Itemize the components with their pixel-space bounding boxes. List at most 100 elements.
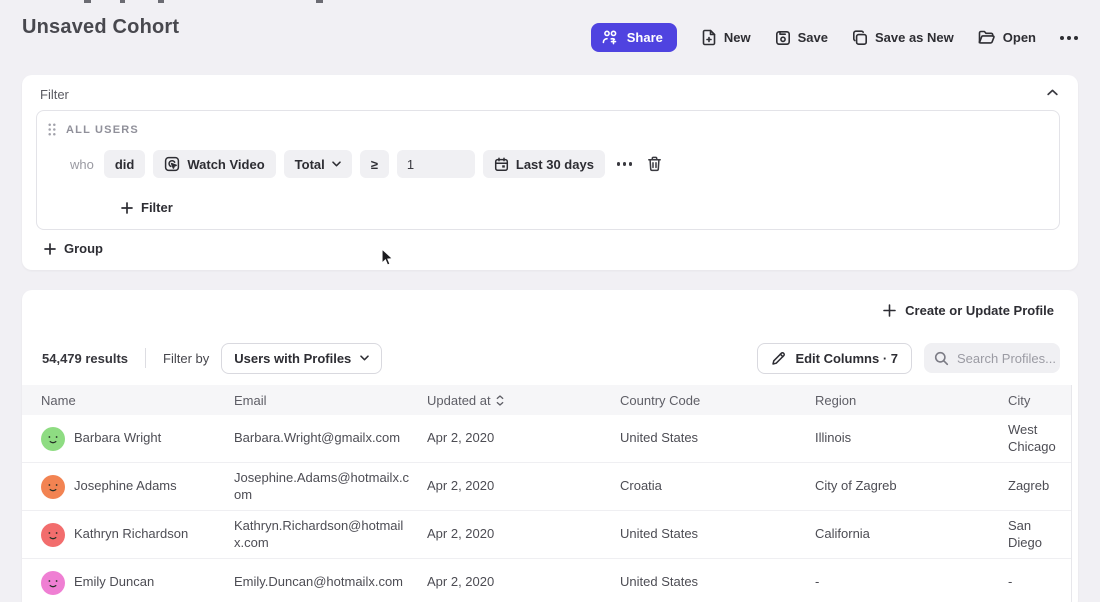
operator-label: ≥: [371, 157, 378, 172]
profile-region: California: [815, 526, 1008, 543]
profile-country-code: Croatia: [620, 478, 815, 495]
profile-email: Barbara.Wright@gmailx.com: [234, 430, 427, 447]
save-icon: [775, 30, 791, 46]
clause-more-options-icon[interactable]: [613, 162, 637, 166]
share-button-label: Share: [627, 30, 663, 45]
users-with-profiles-dropdown[interactable]: Users with Profiles: [221, 343, 382, 374]
add-group-button[interactable]: Group: [44, 241, 103, 256]
table-row[interactable]: Kathryn Richardson Kathryn.Richardson@ho…: [22, 511, 1071, 559]
plus-icon: [44, 243, 56, 255]
did-label: did: [115, 157, 135, 172]
profile-country-code: United States: [620, 574, 815, 591]
search-profiles-input[interactable]: [957, 351, 1057, 366]
profile-updated-at: Apr 2, 2020: [427, 574, 620, 591]
plus-icon: [883, 304, 896, 317]
profile-name: Emily Duncan: [74, 574, 154, 591]
profile-region: City of Zagreb: [815, 478, 1008, 495]
column-header-name[interactable]: Name: [41, 393, 234, 408]
profile-email: Josephine.Adams@hotmailx.com: [234, 470, 427, 504]
profile-name: Barbara Wright: [74, 430, 161, 447]
search-icon: [934, 351, 949, 366]
share-button[interactable]: Share: [591, 23, 677, 52]
save-button[interactable]: Save: [775, 30, 828, 46]
create-profile-row: Create or Update Profile: [22, 290, 1078, 334]
filter-panel: Filter ALL USERS who did: [22, 75, 1078, 270]
filter-by-label: Filter by: [163, 351, 209, 366]
event-click-icon: [164, 156, 180, 172]
aggregation-label: Total: [295, 157, 325, 172]
avatar: [41, 571, 65, 595]
date-range-label: Last 30 days: [516, 157, 594, 172]
aggregation-selector[interactable]: Total: [284, 150, 352, 178]
did-selector[interactable]: did: [104, 150, 146, 178]
create-or-update-profile-label: Create or Update Profile: [905, 303, 1054, 318]
profile-email: Emily.Duncan@hotmailx.com: [234, 574, 427, 591]
profile-name: Josephine Adams: [74, 478, 177, 495]
clipped-breadcrumb-remnant: [84, 0, 384, 3]
avatar: [41, 427, 65, 451]
plus-icon: [121, 202, 133, 214]
threshold-value-input[interactable]: [397, 150, 475, 178]
filter-clause-row: who did Watch Video Total: [70, 150, 1059, 178]
create-or-update-profile-button[interactable]: Create or Update Profile: [883, 303, 1054, 318]
table-row[interactable]: Barbara Wright Barbara.Wright@gmailx.com…: [22, 415, 1071, 463]
sort-icon: [496, 395, 504, 406]
profile-city: San Diego: [1008, 518, 1071, 552]
delete-clause-trash-icon[interactable]: [644, 153, 665, 175]
profile-region: Illinois: [815, 430, 1008, 447]
avatar: [41, 475, 65, 499]
duplicate-icon: [852, 30, 868, 46]
cohort-group: ALL USERS who did Watch Video Total: [36, 110, 1060, 230]
column-header-city[interactable]: City: [1008, 393, 1071, 408]
results-count: 54,479 results: [42, 351, 128, 366]
table-row[interactable]: Emily Duncan Emily.Duncan@hotmailx.com A…: [22, 559, 1071, 602]
profile-country-code: United States: [620, 430, 815, 447]
chevron-down-icon: [360, 355, 369, 361]
group-title: ALL USERS: [66, 124, 139, 136]
profile-updated-at: Apr 2, 2020: [427, 526, 620, 543]
save-as-new-button-label: Save as New: [875, 30, 954, 45]
profile-city: -: [1008, 574, 1071, 591]
chevron-down-icon: [332, 161, 341, 167]
search-profiles-box: [924, 343, 1060, 373]
profile-updated-at: Apr 2, 2020: [427, 430, 620, 447]
column-header-region[interactable]: Region: [815, 393, 1008, 408]
event-label: Watch Video: [187, 157, 264, 172]
operator-selector[interactable]: ≥: [360, 150, 389, 178]
profile-email: Kathryn.Richardson@hotmailx.com: [234, 518, 427, 552]
table-header-row: Name Email Updated at Country Code Regio…: [22, 385, 1071, 415]
open-button[interactable]: Open: [978, 30, 1036, 45]
new-button[interactable]: New: [701, 29, 751, 46]
add-filter-label: Filter: [141, 200, 173, 215]
event-selector[interactable]: Watch Video: [153, 150, 275, 178]
divider: [145, 348, 146, 368]
save-button-label: Save: [798, 30, 828, 45]
new-file-icon: [701, 29, 717, 46]
table-row[interactable]: Josephine Adams Josephine.Adams@hotmailx…: [22, 463, 1071, 511]
profile-name: Kathryn Richardson: [74, 526, 188, 543]
more-options-icon[interactable]: [1060, 36, 1078, 40]
pencil-icon: [771, 351, 786, 366]
profile-country-code: United States: [620, 526, 815, 543]
who-label: who: [70, 157, 94, 172]
date-range-selector[interactable]: Last 30 days: [483, 150, 605, 178]
save-as-new-button[interactable]: Save as New: [852, 30, 954, 46]
add-filter-button[interactable]: Filter: [121, 200, 173, 215]
table-body: Barbara Wright Barbara.Wright@gmailx.com…: [22, 415, 1071, 602]
new-button-label: New: [724, 30, 751, 45]
page-title: Unsaved Cohort: [22, 16, 179, 39]
calendar-icon: [494, 157, 509, 172]
column-header-updated-at[interactable]: Updated at: [427, 393, 620, 408]
edit-columns-button[interactable]: Edit Columns · 7: [757, 343, 912, 374]
column-header-country-code[interactable]: Country Code: [620, 393, 815, 408]
drag-handle-icon[interactable]: [48, 123, 56, 136]
open-button-label: Open: [1003, 30, 1036, 45]
profile-city: West Chicago: [1008, 422, 1071, 456]
filter-panel-title: Filter: [40, 87, 69, 102]
users-with-profiles-value: Users with Profiles: [234, 351, 351, 366]
column-header-email[interactable]: Email: [234, 393, 427, 408]
profiles-panel: Create or Update Profile 54,479 results …: [22, 290, 1078, 602]
collapse-chevron-up-icon[interactable]: [1043, 85, 1062, 100]
share-users-icon: [602, 30, 619, 45]
header-toolbar: Share New Save Save as New: [591, 23, 1078, 52]
